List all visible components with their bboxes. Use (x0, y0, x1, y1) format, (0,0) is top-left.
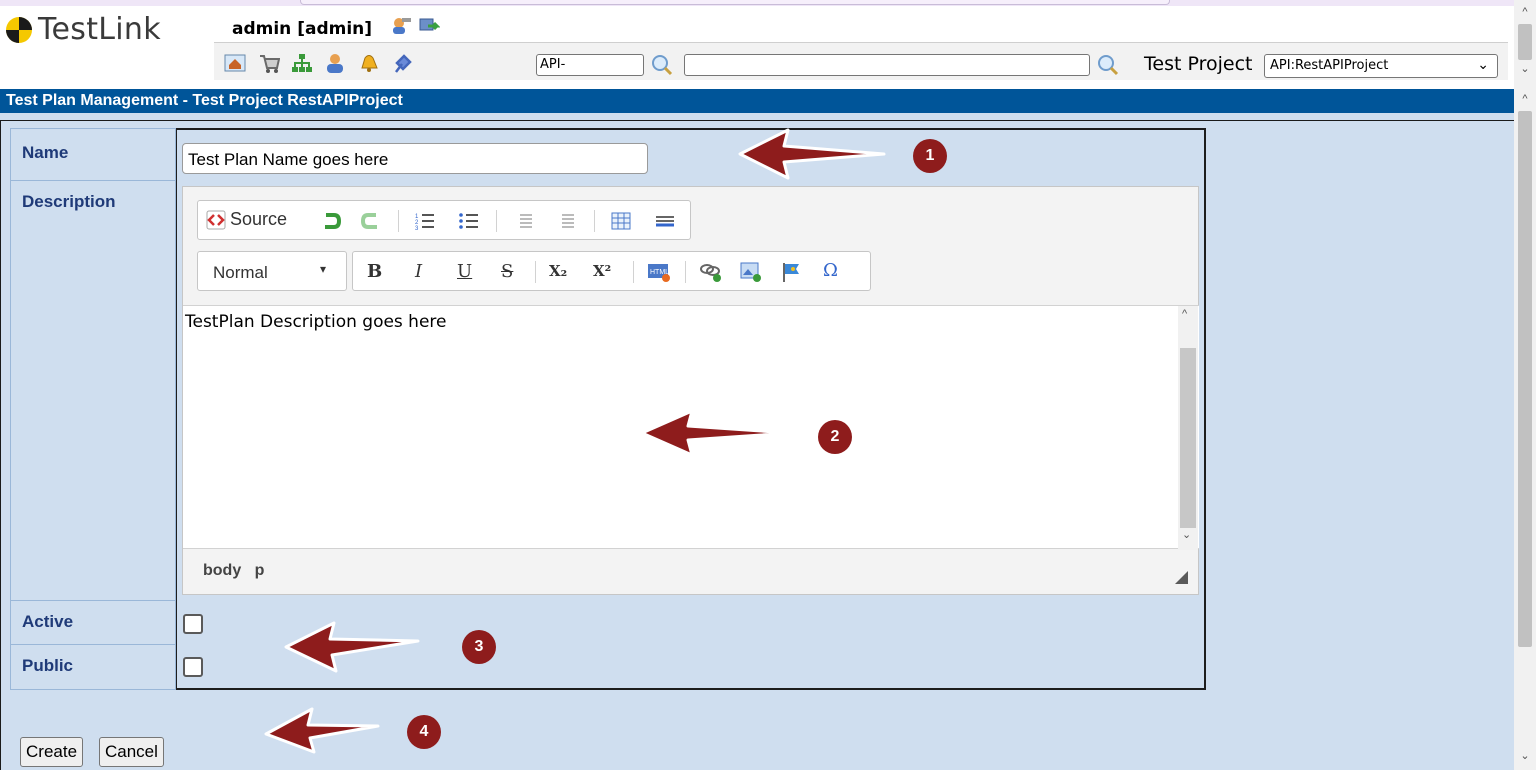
create-button[interactable]: Create (20, 737, 84, 767)
element-path: body p (203, 562, 264, 580)
undo-icon[interactable] (320, 211, 342, 231)
bold-button[interactable]: B (367, 261, 382, 282)
logout-icon[interactable] (418, 16, 440, 36)
scroll-down-icon[interactable]: ⌄ (1515, 749, 1535, 762)
cancel-button[interactable]: Cancel (99, 737, 164, 767)
annotation-badge-3: 3 (462, 630, 496, 664)
logo-text: TestLink (38, 12, 161, 47)
user-settings-icon[interactable] (390, 16, 412, 36)
resize-handle[interactable] (1175, 571, 1188, 584)
name-field[interactable]: Test Plan Name goes here (182, 143, 648, 174)
bulleted-list-icon[interactable] (458, 211, 480, 231)
image-icon[interactable] (739, 261, 763, 283)
public-checkbox[interactable] (183, 657, 203, 677)
toolbar-separator (685, 261, 686, 283)
superscript-button[interactable]: X² (593, 262, 611, 280)
annotation-arrow-1 (738, 128, 886, 180)
indent-icon[interactable] (554, 211, 576, 231)
main-scrollbar-thumb[interactable] (1518, 111, 1532, 647)
description-label: Description (22, 192, 116, 211)
scroll-up-icon[interactable]: ^ (1182, 308, 1187, 320)
active-label: Active (22, 612, 74, 631)
annotation-badge-1: 1 (913, 139, 947, 173)
cart-icon[interactable] (258, 52, 280, 74)
test-project-selected: API:RestAPIProject (1270, 58, 1389, 73)
special-char-button[interactable]: Ω (823, 260, 838, 281)
source-button[interactable]: Source (206, 209, 287, 230)
horizontal-rule-icon[interactable] (654, 211, 676, 231)
user-label: admin [admin] (232, 16, 440, 39)
strikethrough-button[interactable]: S (501, 261, 513, 282)
annotation-arrow-4 (264, 707, 380, 754)
header-scrollbar-thumb[interactable] (1518, 24, 1532, 60)
row-divider (11, 600, 176, 601)
toolbar-separator (535, 261, 536, 283)
annotation-badge-2: 2 (818, 420, 852, 454)
editor-scrollbar[interactable]: ^ ⌄ (1178, 306, 1198, 550)
path-p[interactable]: p (255, 562, 265, 579)
row-divider (11, 180, 176, 181)
format-select[interactable]: Normal ▾ (197, 251, 347, 291)
italic-button[interactable]: I (415, 261, 422, 282)
description-content: TestPlan Description goes here (185, 312, 447, 332)
label-column (11, 129, 176, 689)
toolbar-separator (633, 261, 634, 283)
main-toolbar: API- Test Project API:RestAPIProject ⌄ (214, 42, 1508, 80)
testlink-logo-icon (6, 16, 32, 43)
toolbar-separator (594, 210, 595, 232)
scroll-down-icon[interactable]: ⌄ (1515, 62, 1535, 75)
editor-scrollbar-thumb[interactable] (1180, 348, 1196, 528)
anchor-flag-icon[interactable] (781, 261, 805, 283)
toolbar-separator (398, 210, 399, 232)
active-checkbox[interactable] (183, 614, 203, 634)
chevron-down-icon: ▾ (320, 262, 327, 276)
numbered-list-icon[interactable]: 123 (414, 211, 436, 231)
annotation-arrow-2 (640, 409, 792, 457)
user-icon[interactable] (324, 52, 346, 74)
name-label: Name (22, 143, 69, 162)
main-scrollbar[interactable]: ^ ⌄ (1514, 89, 1536, 770)
outdent-icon[interactable] (512, 211, 534, 231)
chevron-down-icon: ⌄ (1477, 57, 1489, 73)
format-selected: Normal (213, 263, 268, 282)
row-divider (11, 644, 176, 645)
test-project-label: Test Project (1144, 53, 1253, 75)
toolbar-separator (496, 210, 497, 232)
underline-button[interactable]: U (457, 261, 472, 282)
editor-toolbar-group-1: Source 123 (197, 200, 691, 240)
home-icon[interactable] (224, 52, 246, 74)
search-input[interactable] (684, 54, 1090, 76)
plug-icon[interactable] (392, 52, 414, 74)
link-icon[interactable] (699, 261, 723, 283)
bell-icon[interactable] (358, 52, 380, 74)
subscript-button[interactable]: X₂ (549, 262, 567, 280)
header-scrollbar[interactable]: ^ ⌄ (1514, 0, 1536, 89)
redo-icon[interactable] (360, 211, 382, 231)
tree-icon[interactable] (291, 52, 313, 74)
testlink-logo[interactable]: TestLink (4, 12, 161, 47)
scroll-up-icon[interactable]: ^ (1515, 6, 1535, 18)
search-icon[interactable] (1096, 53, 1120, 77)
annotation-badge-4: 4 (407, 715, 441, 749)
source-label: Source (230, 209, 288, 229)
source-icon (206, 210, 226, 229)
annotation-arrow-3 (284, 621, 420, 673)
search-icon[interactable] (650, 53, 674, 77)
path-body[interactable]: body (203, 562, 241, 579)
scroll-up-icon[interactable]: ^ (1515, 93, 1535, 105)
browser-top-strip (0, 0, 1536, 6)
svg-text:3: 3 (415, 226, 419, 231)
scroll-down-icon[interactable]: ⌄ (1182, 528, 1191, 541)
testcase-id-input[interactable]: API- (536, 54, 644, 76)
editor-toolbar-group-2: B I U S X₂ X² HTML Ω (352, 251, 871, 291)
html-embed-icon[interactable]: HTML (647, 261, 671, 283)
table-icon[interactable] (610, 211, 632, 231)
public-label: Public (22, 656, 74, 675)
user-name: admin [admin] (232, 19, 373, 39)
test-project-select[interactable]: API:RestAPIProject ⌄ (1264, 54, 1498, 78)
page-title: Test Plan Management - Test Project Rest… (0, 89, 1514, 113)
